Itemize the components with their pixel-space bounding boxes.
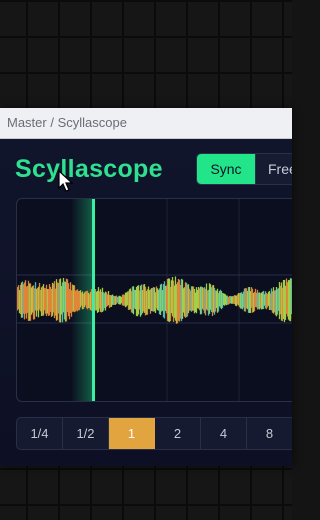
mode-toggle: Sync Free — [196, 153, 292, 185]
division-button-half[interactable]: 1/2 — [63, 418, 109, 449]
division-button-four[interactable]: 4 — [201, 418, 247, 449]
plugin-title: Scyllascope — [15, 155, 163, 183]
division-button-eight[interactable]: 8 — [247, 418, 292, 449]
window-title: Master / Scyllascope — [7, 115, 127, 130]
waveform — [17, 276, 292, 324]
window-titlebar[interactable]: Master / Scyllascope — [0, 108, 292, 139]
playhead-line — [92, 199, 95, 401]
free-button[interactable]: Free — [255, 154, 292, 184]
mouse-pointer-icon — [58, 170, 74, 192]
oscilloscope-display[interactable] — [16, 198, 292, 402]
plugin-window: Master / Scyllascope Scyllascope Sync Fr… — [0, 108, 292, 466]
scope-canvas — [17, 199, 292, 401]
division-button-one[interactable]: 1 — [109, 418, 155, 449]
division-selector: 1/4 1/2 1 2 4 8 — [16, 417, 292, 450]
division-button-two[interactable]: 2 — [155, 418, 201, 449]
plugin-panel: Scyllascope Sync Free 1/4 — [0, 139, 292, 466]
division-button-quarter[interactable]: 1/4 — [17, 418, 63, 449]
sync-button[interactable]: Sync — [197, 154, 255, 184]
